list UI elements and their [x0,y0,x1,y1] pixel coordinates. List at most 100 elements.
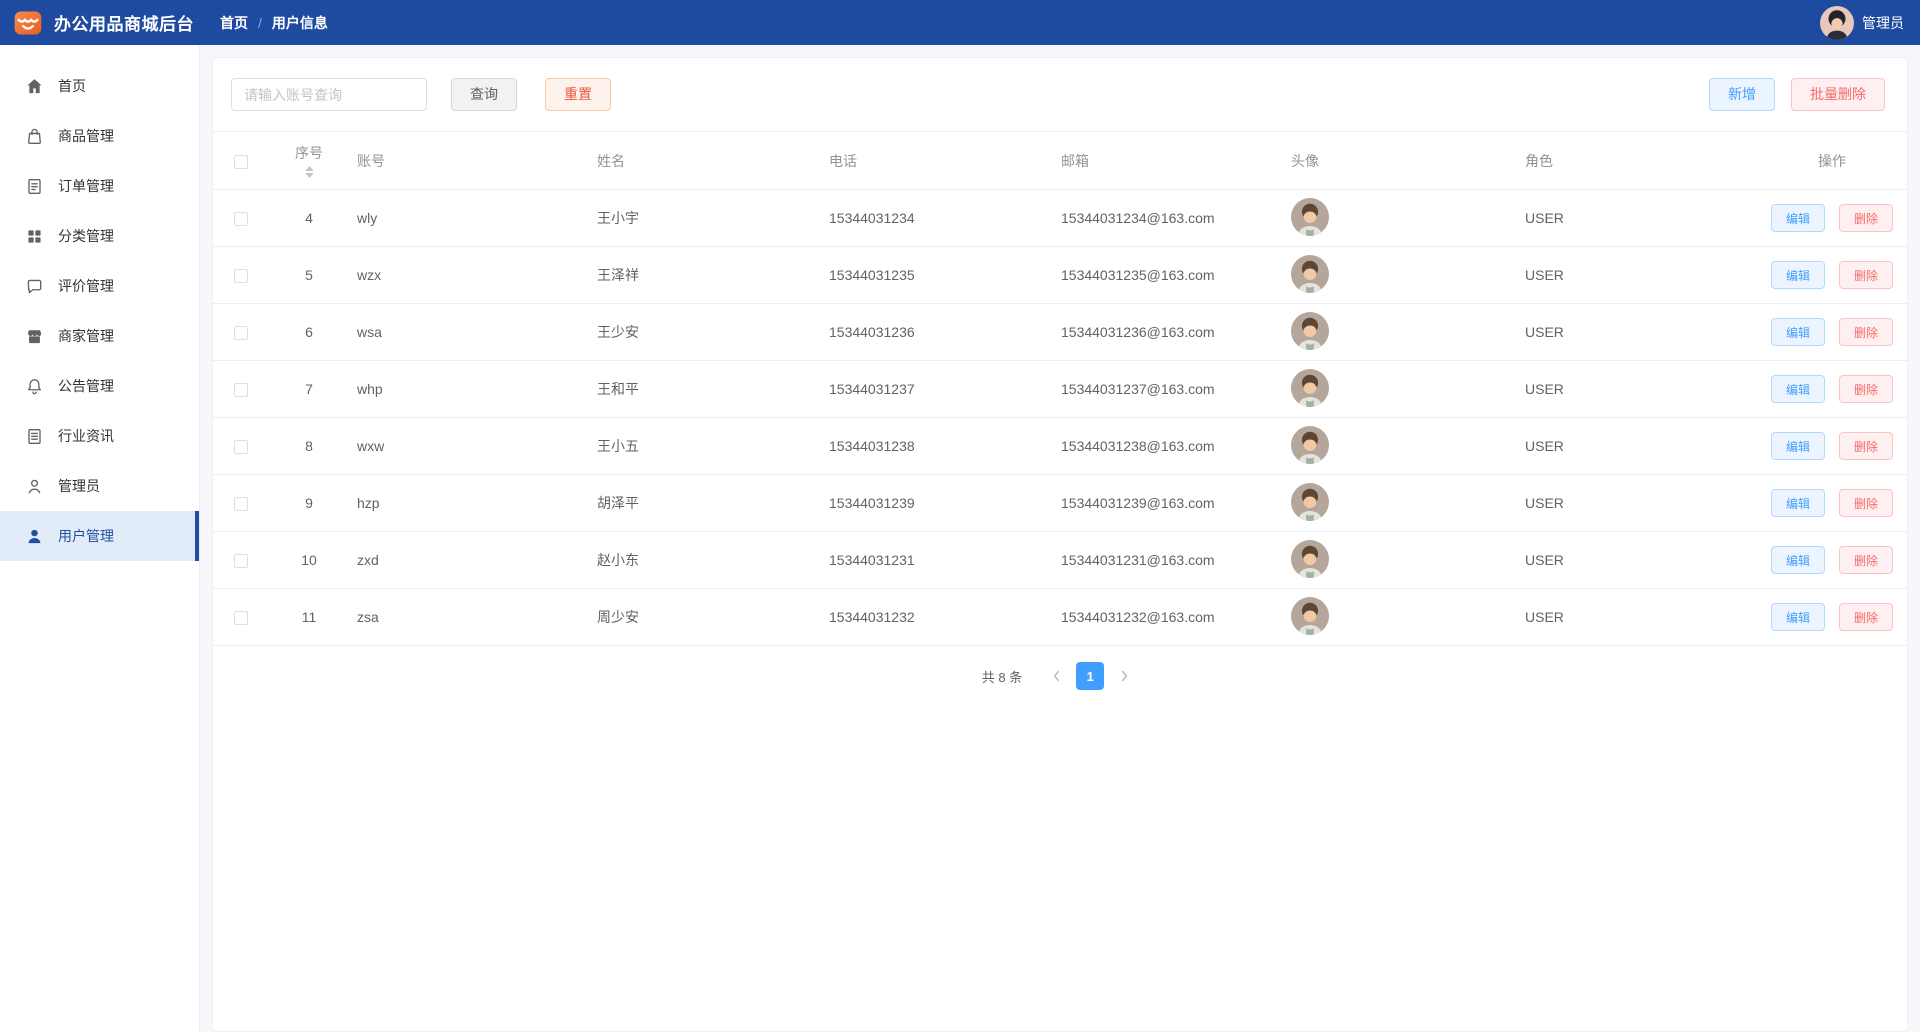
user-outline-icon [25,477,44,496]
pagination-total: 共 8 条 [982,667,1022,686]
edit-button[interactable]: 编辑 [1771,204,1825,232]
cell-account: zsa [349,589,589,646]
column-header-role: 角色 [1517,132,1757,190]
cell-name: 王泽祥 [589,247,821,304]
cell-no: 9 [269,475,349,532]
cell-email: 15344031238@163.com [1053,418,1283,475]
table-row: 9 hzp 胡泽平 15344031239 15344031239@163.co… [213,475,1907,532]
cell-email: 15344031232@163.com [1053,589,1283,646]
page-number-button[interactable]: 1 [1076,662,1104,690]
delete-button[interactable]: 删除 [1839,603,1893,631]
edit-button[interactable]: 编辑 [1771,432,1825,460]
sidebar-item-products[interactable]: 商品管理 [0,111,199,161]
user-avatar [1291,255,1329,293]
breadcrumb: 首页 / 用户信息 [220,13,328,33]
sidebar-item-reviews[interactable]: 评价管理 [0,261,199,311]
admin-avatar[interactable] [1820,6,1854,40]
cell-role: USER [1517,361,1757,418]
cell-phone: 15344031234 [821,190,1053,247]
edit-button[interactable]: 编辑 [1771,318,1825,346]
query-button[interactable]: 查询 [451,78,517,111]
sidebar-item-label: 商品管理 [58,126,114,146]
delete-button[interactable]: 删除 [1839,261,1893,289]
cell-role: USER [1517,532,1757,589]
row-checkbox[interactable] [234,554,248,568]
delete-button[interactable]: 删除 [1839,375,1893,403]
breadcrumb-separator: / [258,15,262,31]
table-row: 11 zsa 周少安 15344031232 15344031232@163.c… [213,589,1907,646]
sidebar-item-home[interactable]: 首页 [0,61,199,111]
row-checkbox[interactable] [234,326,248,340]
edit-button[interactable]: 编辑 [1771,546,1825,574]
table-row: 4 wly 王小宇 15344031234 15344031234@163.co… [213,190,1907,247]
sidebar-item-label: 公告管理 [58,376,114,396]
grid-icon [25,227,44,246]
app-logo-storefront-icon [12,7,44,39]
sidebar-item-categories[interactable]: 分类管理 [0,211,199,261]
sidebar-item-label: 行业资讯 [58,426,114,446]
toolbar: 查询 重置 新增 批量删除 [213,78,1907,131]
topbar-user[interactable]: 管理员 [1820,6,1904,40]
cell-no: 8 [269,418,349,475]
select-all-checkbox[interactable] [234,155,248,169]
edit-button[interactable]: 编辑 [1771,375,1825,403]
row-checkbox[interactable] [234,440,248,454]
delete-button[interactable]: 删除 [1839,489,1893,517]
cell-role: USER [1517,247,1757,304]
sidebar-item-label: 管理员 [58,476,100,496]
delete-button[interactable]: 删除 [1839,546,1893,574]
column-header-phone: 电话 [821,132,1053,190]
delete-button[interactable]: 删除 [1839,204,1893,232]
sidebar-item-label: 用户管理 [58,526,114,546]
cell-account: wzx [349,247,589,304]
sidebar-item-admins[interactable]: 管理员 [0,461,199,511]
cell-phone: 15344031231 [821,532,1053,589]
edit-button[interactable]: 编辑 [1771,603,1825,631]
sort-carets-icon[interactable] [305,166,314,178]
cell-name: 周少安 [589,589,821,646]
sidebar-item-orders[interactable]: 订单管理 [0,161,199,211]
sidebar-item-label: 分类管理 [58,226,114,246]
user-avatar [1291,369,1329,407]
delete-button[interactable]: 删除 [1839,432,1893,460]
cell-role: USER [1517,304,1757,361]
cell-phone: 15344031235 [821,247,1053,304]
cell-role: USER [1517,418,1757,475]
cell-account: wly [349,190,589,247]
cell-account: zxd [349,532,589,589]
edit-button[interactable]: 编辑 [1771,489,1825,517]
delete-button[interactable]: 删除 [1839,318,1893,346]
sidebar-item-announcements[interactable]: 公告管理 [0,361,199,411]
column-header-no-label: 序号 [295,143,323,163]
table-row: 5 wzx 王泽祥 15344031235 15344031235@163.co… [213,247,1907,304]
pagination: 共 8 条 1 [213,662,1907,708]
sidebar-item-merchants[interactable]: 商家管理 [0,311,199,361]
prev-page-icon[interactable] [1042,662,1070,690]
cell-email: 15344031239@163.com [1053,475,1283,532]
row-checkbox[interactable] [234,611,248,625]
sidebar-item-label: 订单管理 [58,176,114,196]
add-button[interactable]: 新增 [1709,78,1775,111]
cell-name: 王少安 [589,304,821,361]
cell-phone: 15344031236 [821,304,1053,361]
table-row: 10 zxd 赵小东 15344031231 15344031231@163.c… [213,532,1907,589]
chat-bubble-icon [25,277,44,296]
user-filled-icon [25,527,44,546]
breadcrumb-home[interactable]: 首页 [220,13,248,33]
cell-account: hzp [349,475,589,532]
reset-button[interactable]: 重置 [545,78,611,111]
row-checkbox[interactable] [234,383,248,397]
row-checkbox[interactable] [234,212,248,226]
account-search-input[interactable] [231,78,427,111]
sidebar-item-users[interactable]: 用户管理 [0,511,199,561]
sidebar-item-news[interactable]: 行业资讯 [0,411,199,461]
batch-delete-button[interactable]: 批量删除 [1791,78,1885,111]
cell-no: 4 [269,190,349,247]
sidebar: 首页 商品管理 订单管理 分类管理 评价管理 商家管理 公告管理 [0,45,200,1032]
row-checkbox[interactable] [234,497,248,511]
next-page-icon[interactable] [1110,662,1138,690]
row-checkbox[interactable] [234,269,248,283]
edit-button[interactable]: 编辑 [1771,261,1825,289]
column-header-no[interactable]: 序号 [277,143,341,178]
table-row: 7 whp 王和平 15344031237 15344031237@163.co… [213,361,1907,418]
